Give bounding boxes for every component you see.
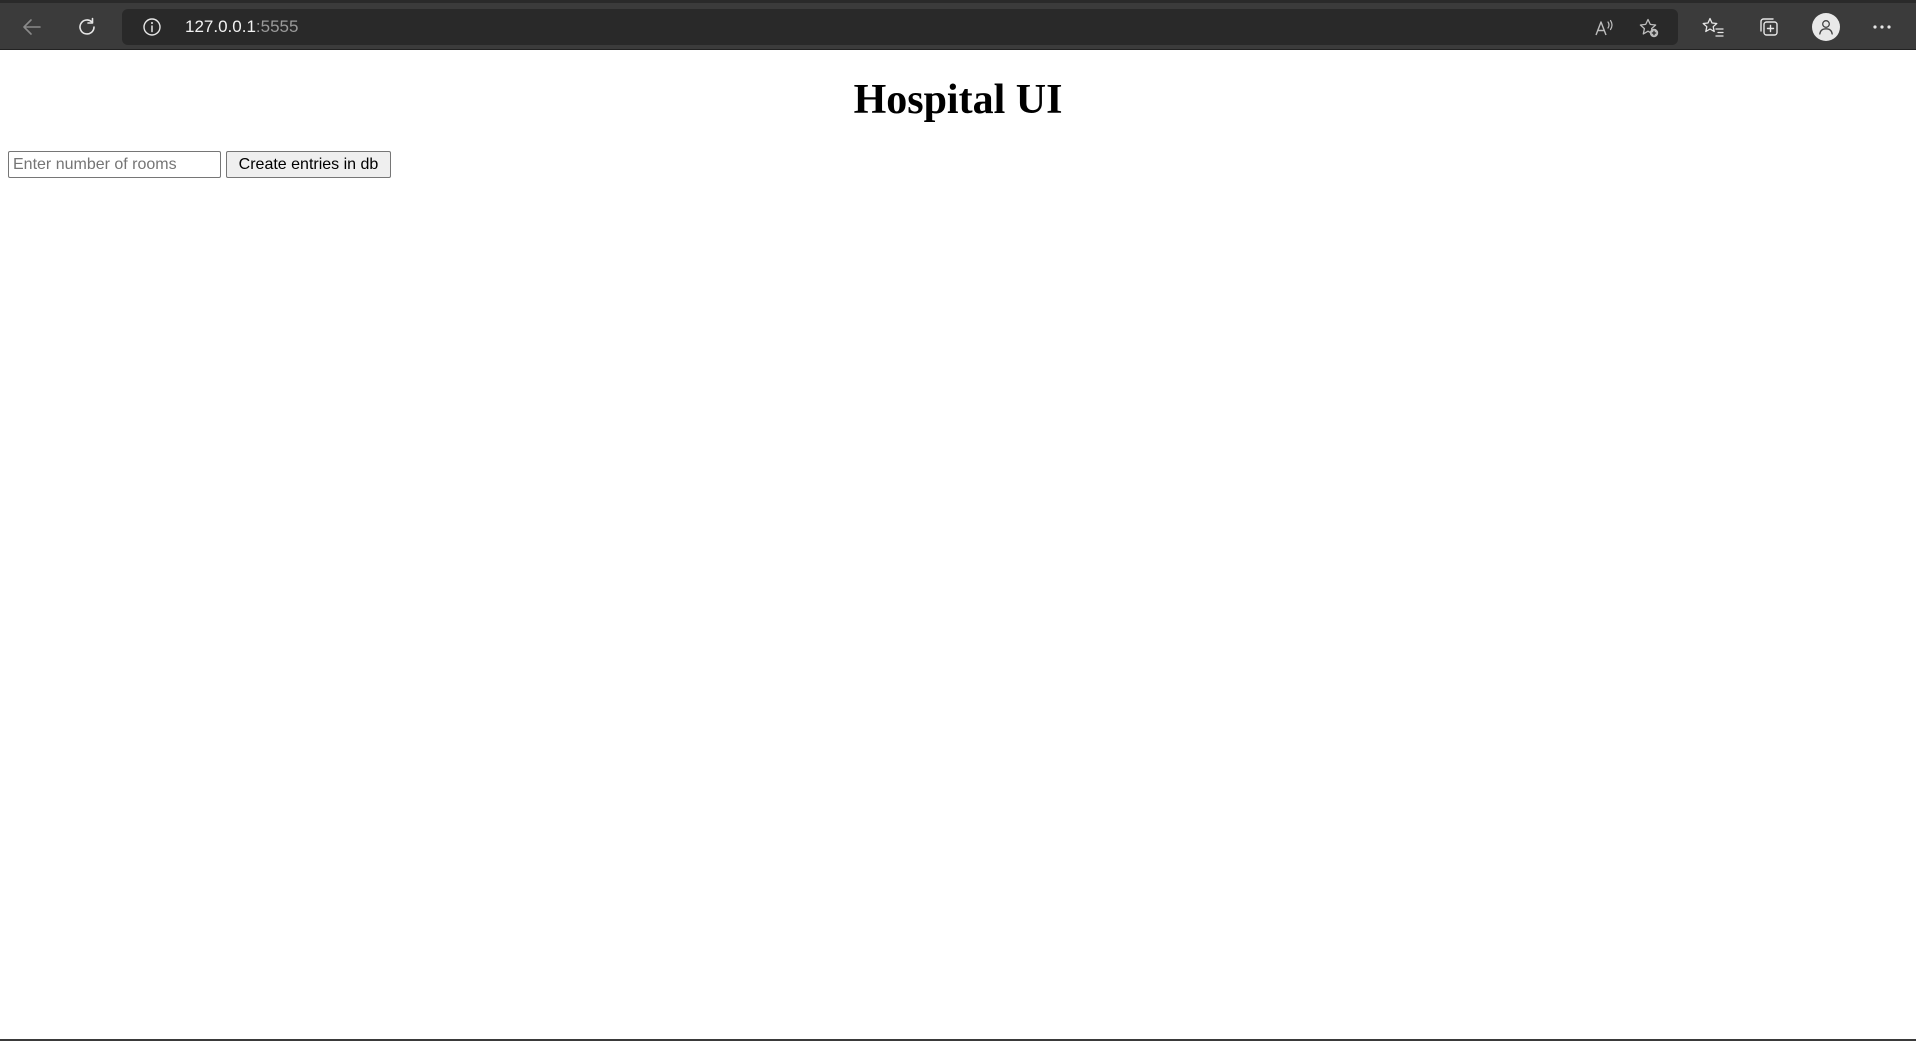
- favorites-list-icon: [1701, 16, 1725, 38]
- avatar: [1812, 13, 1840, 41]
- more-dots-icon: [1871, 16, 1893, 38]
- info-icon[interactable]: [142, 17, 162, 37]
- arrow-left-icon: [21, 16, 43, 38]
- more-button[interactable]: [1862, 9, 1902, 45]
- read-aloud-icon[interactable]: [1593, 17, 1615, 39]
- profile-button[interactable]: [1806, 9, 1846, 45]
- star-plus-icon[interactable]: [1638, 17, 1660, 39]
- collections-button[interactable]: [1749, 9, 1789, 45]
- url-port: :5555: [255, 17, 299, 36]
- rooms-count-input[interactable]: [8, 151, 221, 178]
- refresh-icon: [76, 16, 98, 38]
- refresh-button[interactable]: [67, 9, 107, 45]
- create-entries-button[interactable]: Create entries in db: [226, 151, 391, 178]
- page-content: Hospital UI Create entries in db: [0, 50, 1916, 1039]
- address-bar[interactable]: 127.0.0.1:5555: [122, 9, 1678, 45]
- page-title: Hospital UI: [853, 77, 1063, 123]
- profile-icon: [1817, 18, 1835, 36]
- url-text[interactable]: 127.0.0.1:5555: [185, 18, 298, 36]
- browser-toolbar: 127.0.0.1:5555: [0, 0, 1916, 50]
- collections-icon: [1758, 16, 1780, 38]
- url-host: 127.0.0.1: [185, 17, 256, 36]
- back-button[interactable]: [12, 9, 52, 45]
- favorites-button[interactable]: [1693, 9, 1733, 45]
